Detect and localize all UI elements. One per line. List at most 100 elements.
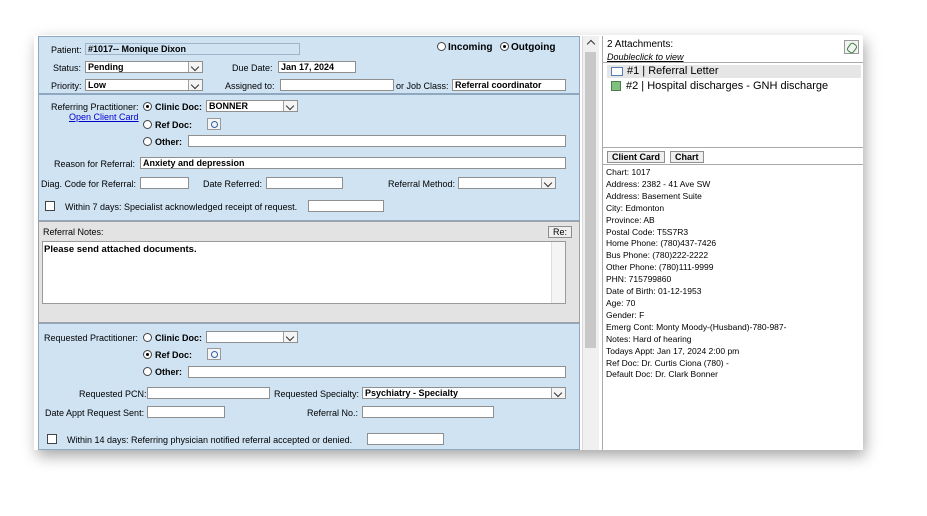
requested-clinic-doc-radio[interactable] bbox=[143, 333, 152, 342]
client-card-line: Todays Appt: Jan 17, 2024 2:00 pm bbox=[606, 345, 740, 356]
referral-method-select[interactable] bbox=[458, 177, 556, 189]
due-date-field[interactable]: Jan 17, 2024 bbox=[278, 61, 356, 73]
diag-code-field[interactable] bbox=[140, 177, 189, 189]
client-card-line: PHN: 715799860 bbox=[606, 274, 672, 285]
requested-label: Requested Practitioner: bbox=[44, 333, 139, 343]
priority-select[interactable]: Low bbox=[85, 79, 203, 91]
assigned-field[interactable] bbox=[280, 79, 394, 91]
envelope-icon bbox=[611, 66, 623, 76]
reason-field[interactable]: Anxiety and depression bbox=[140, 157, 566, 169]
chevron-up-icon[interactable] bbox=[586, 39, 596, 49]
attachments-list: #1 | Referral Letter #2 | Hospital disch… bbox=[603, 62, 863, 148]
client-card-line: Bus Phone: (780)222-2222 bbox=[606, 250, 709, 261]
tab-client-card[interactable]: Client Card bbox=[607, 151, 666, 163]
client-card-line: Postal Code: T5S7R3 bbox=[606, 226, 689, 237]
scrollbar-thumb[interactable] bbox=[585, 52, 596, 348]
incoming-label: Incoming bbox=[448, 42, 493, 53]
client-card-line: Date of Birth: 01-12-1953 bbox=[606, 286, 702, 297]
chevron-down-icon[interactable] bbox=[283, 101, 297, 111]
client-card-line: Home Phone: (780)437-7426 bbox=[606, 238, 717, 249]
re-button[interactable]: Re: bbox=[548, 226, 573, 238]
within14-checkbox[interactable] bbox=[47, 434, 57, 444]
referring-panel: Referring Practitioner: Open Client Card… bbox=[38, 94, 580, 221]
requested-clinic-doc-label: Clinic Doc: bbox=[155, 333, 203, 343]
incoming-radio[interactable] bbox=[437, 42, 446, 51]
specialty-select[interactable]: Psychiatry - Specialty bbox=[362, 387, 566, 399]
referring-clinic-doc-radio[interactable] bbox=[143, 102, 152, 111]
referring-clinic-doc-value: BONNER bbox=[209, 101, 249, 111]
diag-code-label: Diag. Code for Referral: bbox=[41, 179, 137, 189]
notes-label: Referral Notes: bbox=[43, 227, 104, 237]
requested-ref-doc-label: Ref Doc: bbox=[155, 350, 193, 360]
chevron-down-icon[interactable] bbox=[188, 62, 202, 72]
chevron-down-icon[interactable] bbox=[551, 388, 565, 398]
priority-value: Low bbox=[88, 80, 106, 90]
open-client-card-link[interactable]: Open Client Card bbox=[69, 112, 139, 122]
requested-other-label: Other: bbox=[155, 367, 182, 377]
search-icon[interactable] bbox=[207, 118, 221, 130]
client-card-line: Other Phone: (780)111-9999 bbox=[606, 262, 714, 273]
search-icon[interactable] bbox=[207, 348, 221, 360]
tab-chart[interactable]: Chart bbox=[670, 151, 704, 163]
list-item[interactable]: #2 | Hospital discharges - GNH discharge bbox=[607, 80, 862, 93]
main-scrollbar[interactable] bbox=[582, 36, 599, 450]
patient-field: #1017-- Monique Dixon bbox=[85, 43, 300, 55]
document-icon bbox=[611, 81, 621, 92]
referring-ref-doc-radio[interactable] bbox=[143, 120, 152, 129]
client-card-line: Province: AB bbox=[606, 214, 655, 225]
referral-no-field[interactable] bbox=[362, 406, 494, 418]
requested-other-radio[interactable] bbox=[143, 367, 152, 376]
notes-scrollbar[interactable] bbox=[551, 242, 565, 303]
priority-label: Priority: bbox=[51, 81, 82, 91]
patient-label: Patient: bbox=[51, 45, 82, 55]
within14-label: Within 14 days: Referring physician noti… bbox=[67, 435, 353, 445]
within7-field[interactable] bbox=[308, 200, 384, 212]
specialty-value: Psychiatry - Specialty bbox=[365, 388, 459, 398]
requested-ref-doc-radio[interactable] bbox=[143, 350, 152, 359]
attachment-label: #2 | Hospital discharges - GNH discharge bbox=[626, 80, 829, 92]
list-item[interactable]: #1 | Referral Letter bbox=[607, 65, 861, 78]
referring-clinic-doc-select[interactable]: BONNER bbox=[206, 100, 298, 112]
jobclass-field[interactable]: Referral coordinator bbox=[452, 79, 566, 91]
pcn-label: Requested PCN: bbox=[79, 389, 147, 399]
referring-other-label: Other: bbox=[155, 137, 182, 147]
referral-no-label: Referral No.: bbox=[307, 408, 359, 418]
appt-sent-field[interactable] bbox=[147, 406, 225, 418]
requested-clinic-doc-select[interactable] bbox=[206, 331, 298, 343]
status-select[interactable]: Pending bbox=[85, 61, 203, 73]
client-card-line: Default Doc: Dr. Clark Bonner bbox=[606, 369, 718, 380]
client-card-line: Address: Basement Suite bbox=[606, 190, 702, 201]
client-card-line: Ref Doc: Dr. Curtis Ciona (780) - bbox=[606, 357, 729, 368]
header-panel: Patient: #1017-- Monique Dixon Incoming … bbox=[38, 36, 580, 94]
chevron-down-icon[interactable] bbox=[541, 178, 555, 188]
reason-label: Reason for Referral: bbox=[54, 159, 136, 169]
pcn-field[interactable] bbox=[147, 387, 270, 399]
client-card-line: Address: 2382 - 41 Ave SW bbox=[606, 178, 711, 189]
within14-field[interactable] bbox=[367, 433, 444, 445]
client-card-line: Gender: F bbox=[606, 309, 645, 320]
attachments-title: 2 Attachments: bbox=[607, 39, 674, 50]
paperclip-icon[interactable] bbox=[844, 40, 859, 55]
referring-other-radio[interactable] bbox=[143, 137, 152, 146]
referring-clinic-doc-label: Clinic Doc: bbox=[155, 102, 203, 112]
referring-label: Referring Practitioner: bbox=[51, 102, 139, 112]
attachment-label: #1 | Referral Letter bbox=[627, 65, 719, 77]
within7-checkbox[interactable] bbox=[45, 201, 55, 211]
appt-sent-label: Date Appt Request Sent: bbox=[45, 408, 145, 418]
chevron-down-icon[interactable] bbox=[188, 80, 202, 90]
client-card-line: Age: 70 bbox=[606, 297, 636, 308]
notes-text: Please send attached documents. bbox=[44, 244, 197, 255]
status-label: Status: bbox=[53, 63, 82, 73]
within7-label: Within 7 days: Specialist acknowledged r… bbox=[65, 202, 298, 212]
referring-ref-doc-label: Ref Doc: bbox=[155, 120, 193, 130]
notes-panel: Referral Notes: Re: Please send attached… bbox=[38, 221, 580, 323]
client-card-line: Notes: Hard of hearing bbox=[606, 333, 692, 344]
notes-textarea[interactable]: Please send attached documents. bbox=[42, 241, 566, 304]
date-referred-field[interactable] bbox=[266, 177, 343, 189]
due-date-label: Due Date: bbox=[232, 63, 273, 73]
referring-other-field[interactable] bbox=[188, 135, 566, 147]
outgoing-radio[interactable] bbox=[500, 42, 509, 51]
requested-other-field[interactable] bbox=[188, 366, 566, 378]
specialty-label: Requested Specialty: bbox=[274, 389, 360, 399]
chevron-down-icon[interactable] bbox=[283, 332, 297, 342]
